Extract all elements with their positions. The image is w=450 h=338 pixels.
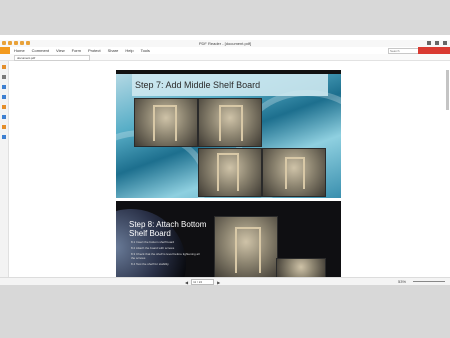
chair-shape	[285, 157, 305, 189]
bullet-list: 8.1 Insert the bottom shelf board 8.2 At…	[131, 240, 201, 268]
comments-icon[interactable]	[2, 105, 6, 109]
maximize-icon[interactable]	[435, 41, 439, 45]
menu-bar: Home Comment View Form Protect Share Hel…	[14, 48, 150, 53]
file-menu-button[interactable]	[0, 47, 10, 54]
attachments-icon[interactable]	[2, 125, 6, 129]
sign-in-button[interactable]	[418, 47, 450, 54]
slide-title: Step 8: Attach Bottom Shelf Board	[129, 220, 209, 238]
zoom-slider[interactable]	[413, 281, 445, 282]
select-tool-icon[interactable]	[2, 75, 6, 79]
chair-photo-2	[198, 98, 262, 147]
left-navigation-panel	[0, 61, 9, 283]
minimize-icon[interactable]	[427, 41, 431, 45]
chair-shape	[219, 105, 243, 141]
bookmark-icon[interactable]	[2, 85, 6, 89]
chair-photo-5	[214, 216, 278, 280]
chair-shape	[153, 105, 177, 141]
chair-photo-1	[134, 98, 198, 147]
menu-comment[interactable]: Comment	[32, 48, 49, 53]
chair-shape	[235, 227, 261, 273]
next-page-icon[interactable]: ▶	[217, 280, 220, 285]
bullet-item: 8.2 Attach the board with screws	[131, 246, 175, 250]
window-title: PDF Reader - [document.pdf]	[198, 41, 252, 46]
zoom-level[interactable]: 53%	[398, 279, 406, 284]
menu-form[interactable]: Form	[72, 48, 81, 53]
menu-share[interactable]: Share	[108, 48, 119, 53]
menu-protect[interactable]: Protect	[88, 48, 101, 53]
window-controls	[427, 41, 447, 45]
hand-tool-icon[interactable]	[2, 65, 6, 69]
slide-title: Step 7: Add Middle Shelf Board	[132, 74, 328, 96]
chair-photo-4	[262, 148, 326, 197]
title-bar: PDF Reader - [document.pdf]	[0, 40, 450, 47]
menu-help[interactable]: Help	[125, 48, 133, 53]
menu-view[interactable]: View	[56, 48, 65, 53]
signature-icon[interactable]	[2, 135, 6, 139]
pages-icon[interactable]	[2, 95, 6, 99]
bullet-item: 8.4 Test the shelf for stability	[131, 262, 169, 266]
bullet-item: 8.1 Insert the bottom shelf board	[131, 240, 175, 244]
prev-page-icon[interactable]: ◀	[185, 280, 188, 285]
bullet-item: 8.3 Check that the shelf is level before…	[131, 252, 200, 260]
chair-shape	[217, 153, 239, 191]
menu-tools[interactable]: Tools	[141, 48, 150, 53]
layers-icon[interactable]	[2, 115, 6, 119]
document-tab-bar: document.pdf	[0, 54, 450, 61]
menu-home[interactable]: Home	[14, 48, 25, 53]
chair-photo-3	[198, 148, 262, 197]
close-icon[interactable]	[443, 41, 447, 45]
background-area	[0, 285, 450, 338]
slide2-title-text: Step 8: Attach Bottom Shelf Board	[129, 220, 207, 238]
vertical-scrollbar[interactable]	[446, 70, 449, 110]
